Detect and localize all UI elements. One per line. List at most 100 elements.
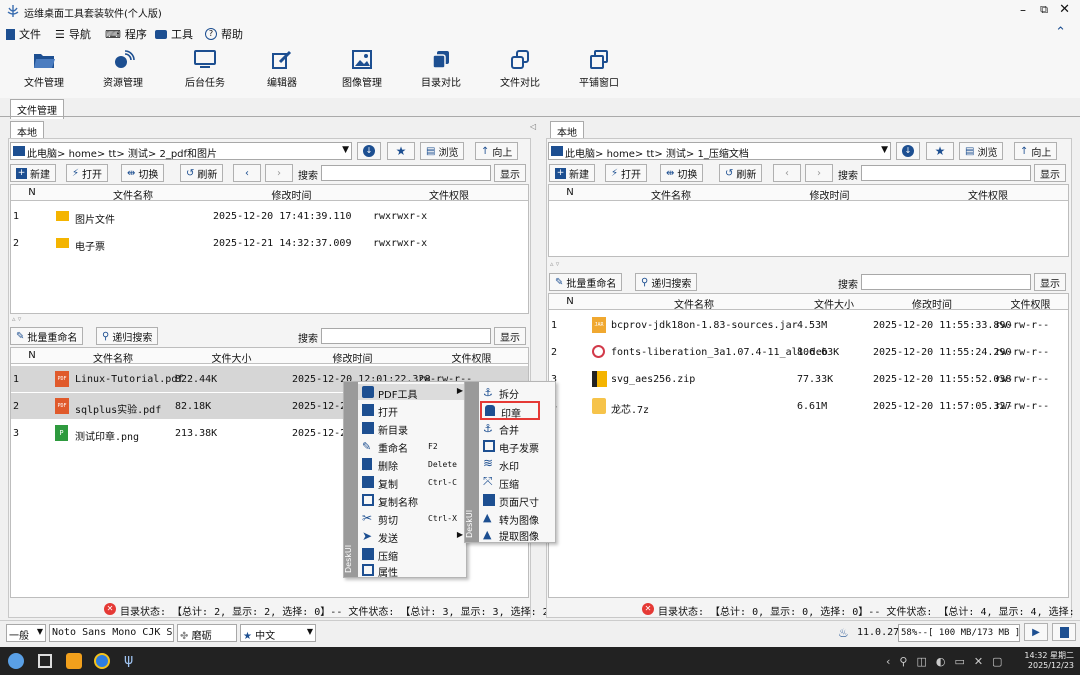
submenu-item-stamp[interactable]: 印章 — [480, 401, 540, 420]
submenu-item-split[interactable]: ⚓ 拆分 — [479, 384, 556, 401]
menu-item-delete[interactable]: 删除 Delete — [358, 456, 467, 473]
left-show-button[interactable]: 显示 — [494, 164, 526, 182]
menu-tools[interactable]: 工具 — [155, 26, 193, 42]
left-file-show-button[interactable]: 显示 — [494, 327, 526, 345]
right-file-show-button[interactable]: 显示 — [1034, 273, 1066, 291]
multitask-icon[interactable] — [38, 654, 52, 668]
crumb[interactable]: 此电脑 — [27, 149, 57, 160]
toolbar-background-tasks[interactable]: 后台任务 — [169, 48, 241, 89]
table-row[interactable]: 2 电子票 2025-12-21 14:32:37.009 rwxrwxr-x — [11, 230, 528, 256]
menu-item-rename[interactable]: ✎ 重命名 F2 — [358, 438, 467, 455]
col-time[interactable]: 修改时间 — [871, 296, 993, 311]
right-forward-button[interactable]: › — [805, 164, 833, 182]
crumb[interactable]: 1_压缩文档 — [697, 149, 748, 160]
left-recursive-search-button[interactable]: ⚲ 递归搜索 — [96, 327, 159, 345]
left-search-input[interactable] — [321, 165, 491, 181]
clock[interactable]: 14:32 星期二 2025/12/23 — [1022, 650, 1074, 670]
table-row[interactable]: 2 fonts-liberation_3a1.07.4-11_all.deb 8… — [549, 339, 1068, 365]
submenu-item-merge[interactable]: ⚓ 合并 — [479, 420, 556, 437]
submenu-item-e-invoice[interactable]: 电子发票 — [479, 438, 556, 455]
restore-button[interactable]: ⧉ — [1040, 3, 1048, 17]
menu-item-copy-name[interactable]: 复制名称 — [358, 492, 467, 509]
col-perm[interactable]: 文件权限 — [370, 187, 528, 202]
toolbar-image-manager[interactable]: 图像管理 — [326, 48, 398, 89]
left-browse-button[interactable]: ▤ 浏览 — [420, 142, 465, 160]
splitter-handle[interactable]: ▵ ▿ — [550, 260, 559, 268]
col-name[interactable]: 文件名称 — [53, 350, 173, 365]
left-switch-button[interactable]: ⇹ 切换 — [121, 164, 165, 182]
crumb[interactable]: 此电脑 — [565, 149, 595, 160]
menu-item-cut[interactable]: ✂ 剪切 Ctrl-X — [358, 510, 467, 527]
right-bookmark-button[interactable]: ★ — [926, 142, 954, 160]
crumb[interactable]: home — [607, 149, 635, 160]
language-select[interactable]: ★ 中文 ▼ — [240, 624, 316, 642]
menu-item-properties[interactable]: 属性 — [358, 563, 467, 579]
right-refresh-button[interactable]: ↺ 刷新 — [719, 164, 763, 182]
tray-icons[interactable]: ‹⚲◫◐▭✕▢ — [886, 655, 1011, 668]
left-open-button[interactable]: ⚡ 打开 — [66, 164, 109, 182]
mode-select[interactable]: 一般 ▼ — [6, 624, 46, 642]
col-size[interactable]: 文件大小 — [173, 350, 290, 365]
toolbar-tile-windows[interactable]: 平铺窗口 — [563, 48, 635, 89]
col-perm[interactable]: 文件权限 — [908, 187, 1068, 202]
menu-item-open[interactable]: 打开 — [358, 402, 467, 419]
right-open-button[interactable]: ⚡ 打开 — [605, 164, 648, 182]
submenu-item-page-size[interactable]: 页面尺寸 — [479, 492, 556, 509]
theme-select[interactable]: ✤ 磨砺 — [177, 624, 237, 642]
table-row[interactable]: 4 龙芯.7z 6.61M 2025-12-20 11:57:05.327 rw… — [549, 393, 1068, 419]
menu-item-new-dir[interactable]: 新目录 — [358, 420, 467, 437]
right-up-button[interactable]: ↑ 向上 — [1014, 142, 1058, 160]
menu-help[interactable]: ? 帮助 — [205, 26, 243, 42]
crumb[interactable]: tt — [108, 149, 116, 160]
col-n[interactable]: N — [11, 187, 53, 198]
menu-item-pdf-tools[interactable]: PDF工具 ▶ — [358, 384, 467, 401]
crumb[interactable]: 测试 — [666, 149, 686, 160]
left-forward-button[interactable]: › — [265, 164, 293, 182]
toolbar-editor[interactable]: 编辑器 — [246, 48, 318, 89]
left-batch-rename-button[interactable]: ✎ 批量重命名 — [10, 327, 84, 345]
right-switch-button[interactable]: ⇹ 切换 — [660, 164, 704, 182]
crumb[interactable]: 2_pdf和图片 — [159, 149, 217, 160]
left-bookmark-button[interactable]: ★ — [387, 142, 415, 160]
col-perm[interactable]: 文件权限 — [993, 296, 1068, 311]
col-name[interactable]: 文件名称 — [591, 187, 751, 202]
menu-file[interactable]: 文件 — [6, 26, 41, 42]
trash-button[interactable] — [1052, 623, 1076, 641]
col-size[interactable]: 文件大小 — [797, 296, 871, 311]
col-time[interactable]: 修改时间 — [213, 187, 370, 202]
crumb[interactable]: home — [69, 149, 97, 160]
toolbar-resource-manager[interactable]: 资源管理 — [87, 48, 159, 89]
col-n[interactable]: N — [549, 296, 591, 307]
font-select[interactable]: Noto Sans Mono CJK SC — [49, 624, 174, 642]
submenu-item-extract-image[interactable]: ▲ 提取图像 — [479, 527, 556, 543]
left-refresh-button[interactable]: ↺ 刷新 — [180, 164, 224, 182]
right-browse-button[interactable]: ▤ 浏览 — [959, 142, 1004, 160]
col-n[interactable]: N — [11, 350, 53, 361]
menu-nav[interactable]: ☰ 导航 — [55, 26, 91, 42]
right-file-search-input[interactable] — [861, 274, 1031, 290]
menu-program[interactable]: ⌨ 程序 — [105, 26, 147, 42]
minimize-button[interactable]: – — [1020, 3, 1026, 17]
right-back-button[interactable]: ‹ — [773, 164, 801, 182]
collapse-left-icon[interactable]: ◁ — [530, 122, 536, 131]
chevron-down-icon[interactable]: ▼ — [881, 145, 888, 155]
menu-item-compress[interactable]: 压缩 — [358, 546, 467, 563]
right-path-bar[interactable]: 此电脑> home> tt> 测试> 1_压缩文档 ▼ — [548, 142, 891, 160]
crumb[interactable]: 测试 — [128, 149, 148, 160]
chevron-down-icon[interactable]: ▼ — [342, 145, 349, 155]
col-perm[interactable]: 文件权限 — [415, 350, 528, 365]
toolbar-dir-compare[interactable]: 目录对比 — [405, 48, 477, 89]
launcher-icon[interactable] — [8, 653, 24, 669]
toolbar-file-compare[interactable]: 文件对比 — [484, 48, 556, 89]
left-path-bar[interactable]: 此电脑> home> tt> 测试> 2_pdf和图片 ▼ — [10, 142, 352, 160]
browser-icon[interactable] — [94, 653, 110, 669]
col-name[interactable]: 文件名称 — [53, 187, 213, 202]
collapse-icon[interactable]: ⌃ — [1055, 25, 1066, 40]
right-search-input[interactable] — [861, 165, 1031, 181]
submenu-item-compress[interactable]: ⤧ 压缩 — [479, 474, 556, 491]
col-name[interactable]: 文件名称 — [591, 296, 797, 311]
menu-item-copy[interactable]: 复制 Ctrl-C — [358, 474, 467, 491]
left-new-button[interactable]: + 新建 — [10, 164, 56, 182]
right-batch-rename-button[interactable]: ✎ 批量重命名 — [549, 273, 623, 291]
col-time[interactable]: 修改时间 — [290, 350, 415, 365]
